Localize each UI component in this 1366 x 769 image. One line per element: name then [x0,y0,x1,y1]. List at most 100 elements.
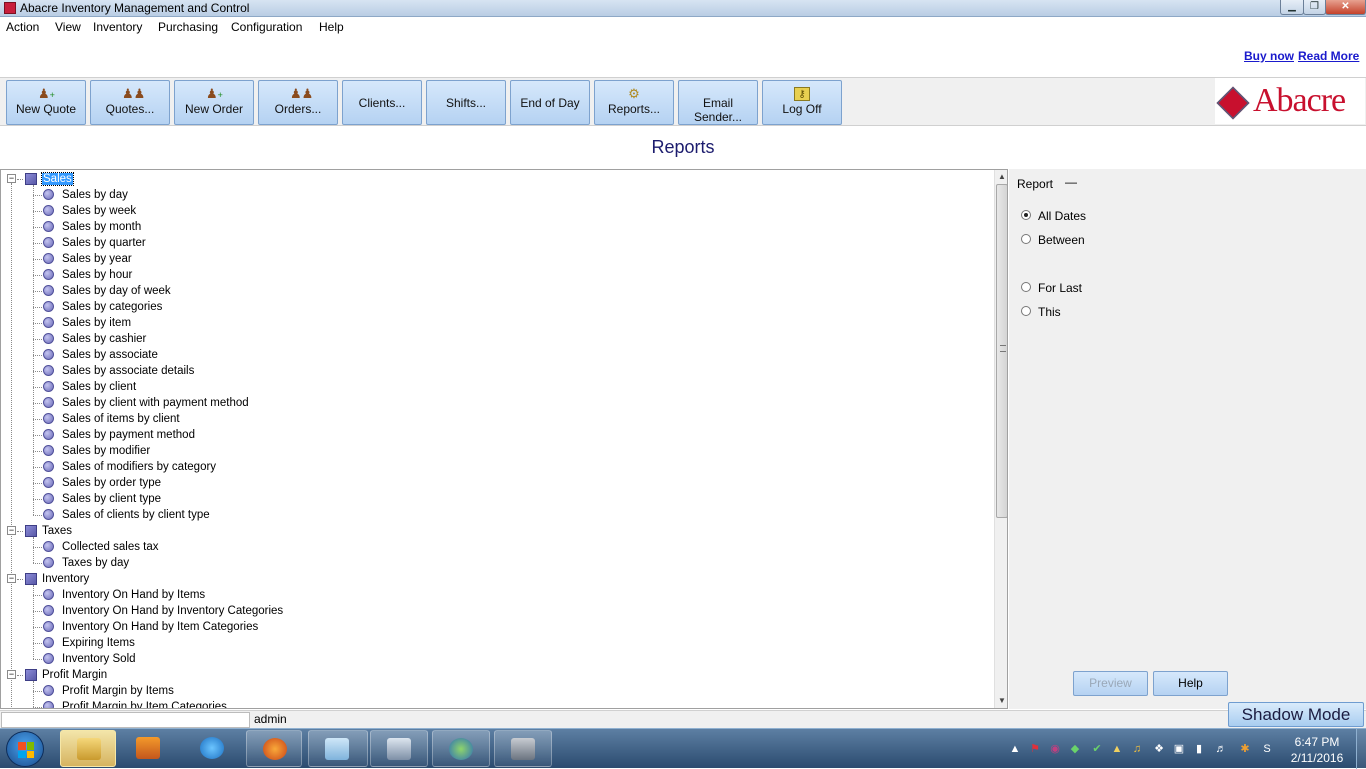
show-hidden-icons-icon[interactable]: ▲ [1008,742,1022,756]
tree-item[interactable]: Sales by client type [62,491,161,507]
scroll-up-icon[interactable]: ▲ [995,170,1007,184]
notepad-icon[interactable] [308,730,368,767]
windows-explorer-icon[interactable] [60,730,116,767]
monitor-icon[interactable]: ▣ [1172,742,1186,756]
scroll-down-icon[interactable]: ▼ [995,694,1007,708]
scroll-thumb[interactable] [996,184,1007,518]
log-off-button[interactable]: ⚷ Log Off [762,80,842,125]
this-label[interactable]: This [1038,305,1061,319]
this-radio[interactable] [1021,306,1031,316]
buy-now-link[interactable]: Buy now [1244,49,1294,63]
minimize-button[interactable]: ▁ [1280,0,1304,15]
tree-group-profit-margin[interactable]: Profit Margin [42,667,107,683]
for-last-label[interactable]: For Last [1038,281,1082,295]
tree-item[interactable]: Sales by item [62,315,131,331]
tree-item[interactable]: Sales of modifiers by category [62,459,216,475]
all-dates-radio[interactable] [1021,210,1031,220]
system-clock[interactable]: 6:47 PM 2/11/2016 [1282,734,1352,766]
start-button[interactable] [6,731,44,767]
menu-action[interactable]: Action [6,20,39,34]
for-last-radio[interactable] [1021,282,1031,292]
menu-help[interactable]: Help [319,20,344,34]
tree-scrollbar[interactable]: ▲ ▼ [994,170,1007,708]
notification-icon[interactable]: ✱ [1238,742,1252,756]
tree-item[interactable]: Sales by quarter [62,235,146,251]
tree-item[interactable]: Expiring Items [62,635,135,651]
tree-item[interactable]: Sales by order type [62,475,161,491]
preview-button[interactable]: Preview [1073,671,1148,696]
new-order-button[interactable]: ♟+ New Order [174,80,254,125]
tree-item[interactable]: Sales by hour [62,267,132,283]
shadow-mode-button[interactable]: Shadow Mode [1228,702,1364,727]
display-app-icon[interactable] [370,730,428,767]
tree-item[interactable]: Profit Margin by Item Categories [62,699,227,708]
tree-item[interactable]: Sales by day of week [62,283,171,299]
check-icon[interactable]: ✔ [1090,742,1104,756]
tree-item[interactable]: Sales by cashier [62,331,146,347]
media-player-icon[interactable] [120,730,176,767]
menu-view[interactable]: View [55,20,81,34]
firefox-icon[interactable] [246,730,302,767]
tree-item[interactable]: Profit Margin by Items [62,683,174,699]
internet-explorer-icon[interactable] [184,730,240,767]
signal-icon[interactable]: ▲ [1110,742,1124,756]
between-radio[interactable] [1021,234,1031,244]
device-icon[interactable]: ▮ [1192,742,1206,756]
maximize-button[interactable]: ❐ [1303,0,1326,15]
report-icon [43,397,54,408]
tree-item[interactable]: Sales by modifier [62,443,150,459]
tree-item[interactable]: Inventory Sold [62,651,136,667]
collapse-icon[interactable]: − [7,526,16,535]
orders-button[interactable]: ♟♟ Orders... [258,80,338,125]
tree-item[interactable]: Sales of clients by client type [62,507,210,523]
tree-item[interactable]: Sales by categories [62,299,162,315]
tree-item[interactable]: Inventory On Hand by Items [62,587,205,603]
reports-button[interactable]: ⚙ Reports... [594,80,674,125]
tree-item[interactable]: Sales by day [62,187,128,203]
network-app-icon[interactable]: ◆ [1068,742,1082,756]
help-button[interactable]: Help [1153,671,1228,696]
tree-item[interactable]: Sales of items by client [62,411,180,427]
tree-item[interactable]: Inventory On Hand by Item Categories [62,619,258,635]
reports-tree[interactable]: − Sales Sales by day Sales by week Sales by … [0,169,1008,709]
menu-purchasing[interactable]: Purchasing [158,20,218,34]
music-icon[interactable]: ♫ [1130,742,1144,756]
show-desktop-button[interactable] [1356,729,1366,769]
globe-app-icon[interactable] [432,730,490,767]
close-button[interactable]: ✕ [1325,0,1366,15]
tree-item[interactable]: Taxes by day [62,555,129,571]
quotes-button[interactable]: ♟♟ Quotes... [90,80,170,125]
email-sender-button[interactable]: Email Sender... [678,80,758,125]
tree-item[interactable]: Inventory On Hand by Inventory Categorie… [62,603,283,619]
volume-icon[interactable]: ♬ [1214,742,1228,756]
antivirus-icon[interactable]: ◉ [1048,742,1062,756]
tree-group-inventory[interactable]: Inventory [42,571,89,587]
all-dates-label[interactable]: All Dates [1038,209,1086,223]
skype-icon[interactable]: S [1260,742,1274,756]
tree-item[interactable]: Sales by payment method [62,427,195,443]
menu-inventory[interactable]: Inventory [93,20,142,34]
tree-group-taxes[interactable]: Taxes [42,523,72,539]
tree-item[interactable]: Collected sales tax [62,539,159,555]
shifts-button[interactable]: Shifts... [426,80,506,125]
menu-configuration[interactable]: Configuration [231,20,302,34]
flag-icon[interactable]: ⚑ [1028,742,1042,756]
end-of-day-button[interactable]: End of Day [510,80,590,125]
tree-item[interactable]: Sales by associate [62,347,158,363]
bluetooth-icon[interactable]: ❖ [1152,742,1166,756]
tree-item[interactable]: Sales by month [62,219,141,235]
tree-item[interactable]: Sales by associate details [62,363,194,379]
tree-group-sales[interactable]: Sales [41,171,74,187]
new-quote-button[interactable]: ♟+ New Quote [6,80,86,125]
terminal-app-icon[interactable] [494,730,552,767]
tree-item[interactable]: Sales by client with payment method [62,395,249,411]
tree-item[interactable]: Sales by client [62,379,136,395]
tree-item[interactable]: Sales by year [62,251,132,267]
tree-item[interactable]: Sales by week [62,203,136,219]
collapse-icon[interactable]: − [7,574,16,583]
clients-button[interactable]: Clients... [342,80,422,125]
read-more-link[interactable]: Read More [1298,49,1359,63]
collapse-icon[interactable]: − [7,174,16,183]
between-label[interactable]: Between [1038,233,1085,247]
collapse-icon[interactable]: − [7,670,16,679]
